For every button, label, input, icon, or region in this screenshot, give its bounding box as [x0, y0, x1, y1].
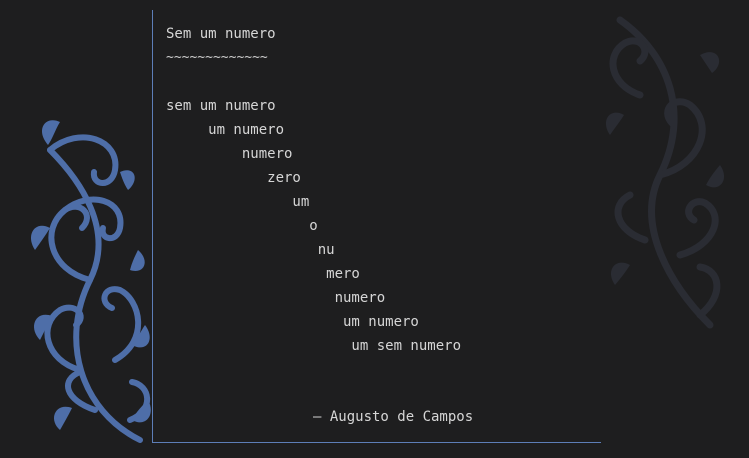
- right-filigree-ornament: [605, 16, 725, 329]
- poem-line: nu: [166, 242, 335, 258]
- poem-line: numero: [166, 146, 293, 162]
- poem-line: um sem numero: [166, 338, 462, 354]
- poem-line: um: [166, 194, 310, 210]
- title-underline: ~~~~~~~~~~~~~: [166, 50, 268, 65]
- poem-line: um numero: [166, 122, 285, 138]
- poem-title: Sem um numero: [166, 26, 276, 42]
- poem-line: o: [166, 218, 318, 234]
- poem-line: sem um numero: [166, 98, 276, 114]
- desktop-background: Sem um numero ~~~~~~~~~~~~~ sem um numer…: [0, 0, 749, 458]
- left-filigree-ornament: [30, 120, 151, 443]
- poem-line: zero: [166, 170, 301, 186]
- poem-line: um numero: [166, 314, 419, 330]
- poem-line: numero: [166, 290, 386, 306]
- poem-text-pane: Sem um numero ~~~~~~~~~~~~~ sem um numer…: [152, 10, 601, 443]
- poem-attribution: — Augusto de Campos: [313, 409, 474, 425]
- poem-line: mero: [166, 266, 360, 282]
